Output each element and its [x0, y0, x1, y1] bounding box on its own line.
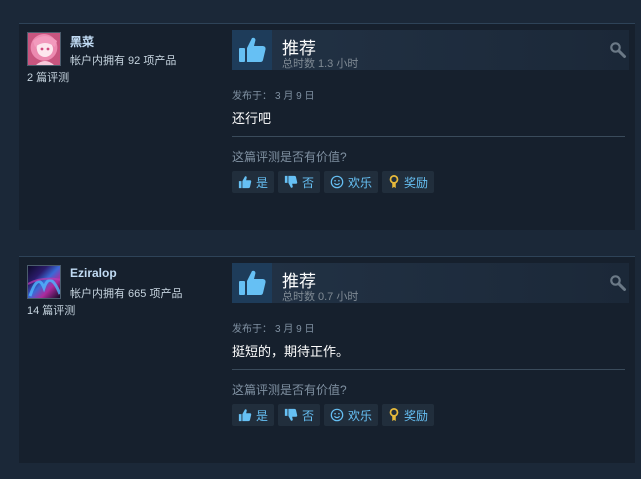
vote-yes-button[interactable]: 是: [232, 171, 275, 193]
divider: [232, 136, 625, 137]
helpful-prompt: 这篇评测是否有价值?: [232, 383, 347, 397]
vote-funny-label: 欢乐: [348, 175, 373, 190]
playtime-label: 总时数: [282, 291, 315, 303]
posted-date: 发布于： 3 月 9 日: [232, 320, 317, 335]
vote-no-label: 否: [302, 175, 315, 190]
review-count[interactable]: 2 篇评测: [27, 69, 69, 85]
products-owned[interactable]: 帐户内拥有 665 项产品: [70, 285, 182, 301]
thumbs-up-icon: [232, 263, 272, 303]
playtime-label: 总时数: [282, 58, 315, 70]
posted-date: 发布于： 3 月 9 日: [232, 87, 317, 102]
search-icon[interactable]: [609, 274, 627, 297]
vote-header[interactable]: 推荐 总时数 1.3 小时: [232, 30, 629, 70]
vote-no-button[interactable]: 否: [278, 171, 321, 193]
review-content: 挺短的，期待正作。: [232, 344, 350, 359]
review-card: 黑菜 帐户内拥有 92 项产品 2 篇评测 推荐 总时数 1.3 小时 发布于： 3…: [19, 23, 635, 230]
review-count[interactable]: 14 篇评测: [27, 302, 75, 318]
vote-buttons: 是 否 欢乐 奖励: [232, 171, 435, 193]
vote-funny-button[interactable]: 欢乐: [324, 404, 379, 426]
playtime-value: 1.3 小时: [318, 58, 359, 70]
posted-value: 3 月 9 日: [275, 91, 315, 102]
vote-yes-label: 是: [256, 175, 269, 190]
thumbs-down-icon: [284, 175, 298, 188]
username[interactable]: Eziralop: [70, 266, 117, 280]
award-label: 奖励: [404, 175, 429, 190]
username[interactable]: 黑菜: [70, 33, 94, 50]
vote-buttons: 是 否 欢乐 奖励: [232, 404, 435, 426]
thumbs-up-icon: [232, 30, 272, 70]
thumbs-down-icon: [284, 408, 298, 421]
smiley-icon: [330, 175, 344, 189]
award-button[interactable]: 奖励: [382, 404, 435, 426]
vote-no-button[interactable]: 否: [278, 404, 321, 426]
divider: [232, 369, 625, 370]
award-button[interactable]: 奖励: [382, 171, 435, 193]
vote-no-label: 否: [302, 408, 315, 423]
products-owned[interactable]: 帐户内拥有 92 项产品: [70, 52, 176, 68]
smiley-icon: [330, 408, 344, 422]
posted-label: 发布于：: [232, 91, 272, 102]
posted-label: 发布于：: [232, 324, 272, 335]
award-icon: [389, 408, 399, 422]
award-icon: [389, 175, 399, 189]
avatar[interactable]: [27, 32, 61, 66]
thumbs-up-icon: [238, 409, 252, 422]
vote-yes-button[interactable]: 是: [232, 404, 275, 426]
search-icon[interactable]: [609, 41, 627, 64]
vote-funny-label: 欢乐: [348, 408, 373, 423]
avatar[interactable]: [27, 265, 61, 299]
playtime: 总时数 0.7 小时: [282, 288, 361, 304]
posted-value: 3 月 9 日: [275, 324, 315, 335]
playtime: 总时数 1.3 小时: [282, 55, 361, 71]
playtime-value: 0.7 小时: [318, 291, 359, 303]
vote-funny-button[interactable]: 欢乐: [324, 171, 379, 193]
vote-header[interactable]: 推荐 总时数 0.7 小时: [232, 263, 629, 303]
thumbs-up-icon: [238, 176, 252, 189]
helpful-prompt: 这篇评测是否有价值?: [232, 150, 347, 164]
award-label: 奖励: [404, 408, 429, 423]
vote-yes-label: 是: [256, 408, 269, 423]
review-content: 还行吧: [232, 111, 272, 126]
review-card: Eziralop 帐户内拥有 665 项产品 14 篇评测 推荐 总时数 0.7 …: [19, 256, 635, 463]
